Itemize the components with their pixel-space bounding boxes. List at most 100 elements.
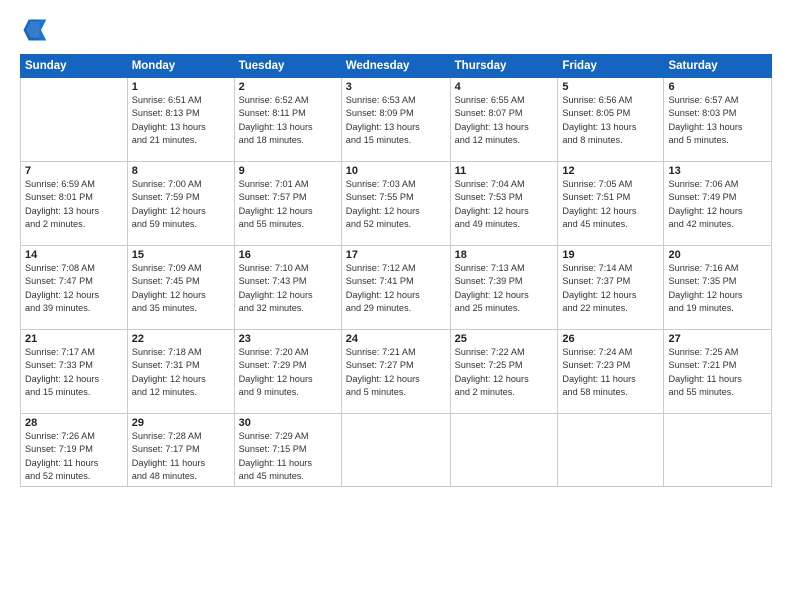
day-info: Sunrise: 7:01 AM Sunset: 7:57 PM Dayligh… xyxy=(239,178,337,231)
table-row: 21Sunrise: 7:17 AM Sunset: 7:33 PM Dayli… xyxy=(21,330,128,414)
table-row: 26Sunrise: 7:24 AM Sunset: 7:23 PM Dayli… xyxy=(558,330,664,414)
day-number: 18 xyxy=(455,249,554,261)
day-info: Sunrise: 7:05 AM Sunset: 7:51 PM Dayligh… xyxy=(562,178,659,231)
day-number: 2 xyxy=(239,81,337,93)
table-row xyxy=(21,78,128,162)
table-row: 25Sunrise: 7:22 AM Sunset: 7:25 PM Dayli… xyxy=(450,330,558,414)
day-info: Sunrise: 7:24 AM Sunset: 7:23 PM Dayligh… xyxy=(562,346,659,399)
day-number: 12 xyxy=(562,165,659,177)
table-row: 30Sunrise: 7:29 AM Sunset: 7:15 PM Dayli… xyxy=(234,414,341,487)
col-sunday: Sunday xyxy=(21,55,128,78)
table-row: 2Sunrise: 6:52 AM Sunset: 8:11 PM Daylig… xyxy=(234,78,341,162)
page: Sunday Monday Tuesday Wednesday Thursday… xyxy=(0,0,792,612)
col-friday: Friday xyxy=(558,55,664,78)
table-row: 17Sunrise: 7:12 AM Sunset: 7:41 PM Dayli… xyxy=(341,246,450,330)
table-row: 9Sunrise: 7:01 AM Sunset: 7:57 PM Daylig… xyxy=(234,162,341,246)
day-info: Sunrise: 7:29 AM Sunset: 7:15 PM Dayligh… xyxy=(239,430,337,483)
table-row: 12Sunrise: 7:05 AM Sunset: 7:51 PM Dayli… xyxy=(558,162,664,246)
calendar-week-row: 14Sunrise: 7:08 AM Sunset: 7:47 PM Dayli… xyxy=(21,246,772,330)
day-info: Sunrise: 7:21 AM Sunset: 7:27 PM Dayligh… xyxy=(346,346,446,399)
col-saturday: Saturday xyxy=(664,55,772,78)
day-info: Sunrise: 7:16 AM Sunset: 7:35 PM Dayligh… xyxy=(668,262,767,315)
day-info: Sunrise: 7:18 AM Sunset: 7:31 PM Dayligh… xyxy=(132,346,230,399)
table-row: 8Sunrise: 7:00 AM Sunset: 7:59 PM Daylig… xyxy=(127,162,234,246)
logo-icon xyxy=(20,16,48,44)
day-number: 19 xyxy=(562,249,659,261)
day-number: 6 xyxy=(668,81,767,93)
calendar-header-row: Sunday Monday Tuesday Wednesday Thursday… xyxy=(21,55,772,78)
col-thursday: Thursday xyxy=(450,55,558,78)
day-number: 16 xyxy=(239,249,337,261)
table-row: 14Sunrise: 7:08 AM Sunset: 7:47 PM Dayli… xyxy=(21,246,128,330)
table-row: 28Sunrise: 7:26 AM Sunset: 7:19 PM Dayli… xyxy=(21,414,128,487)
table-row: 24Sunrise: 7:21 AM Sunset: 7:27 PM Dayli… xyxy=(341,330,450,414)
day-number: 10 xyxy=(346,165,446,177)
table-row: 18Sunrise: 7:13 AM Sunset: 7:39 PM Dayli… xyxy=(450,246,558,330)
day-number: 17 xyxy=(346,249,446,261)
day-info: Sunrise: 7:08 AM Sunset: 7:47 PM Dayligh… xyxy=(25,262,123,315)
day-info: Sunrise: 7:03 AM Sunset: 7:55 PM Dayligh… xyxy=(346,178,446,231)
day-number: 7 xyxy=(25,165,123,177)
day-number: 4 xyxy=(455,81,554,93)
table-row: 10Sunrise: 7:03 AM Sunset: 7:55 PM Dayli… xyxy=(341,162,450,246)
header xyxy=(20,16,772,44)
day-info: Sunrise: 7:26 AM Sunset: 7:19 PM Dayligh… xyxy=(25,430,123,483)
day-number: 13 xyxy=(668,165,767,177)
table-row: 3Sunrise: 6:53 AM Sunset: 8:09 PM Daylig… xyxy=(341,78,450,162)
table-row: 11Sunrise: 7:04 AM Sunset: 7:53 PM Dayli… xyxy=(450,162,558,246)
day-info: Sunrise: 7:28 AM Sunset: 7:17 PM Dayligh… xyxy=(132,430,230,483)
day-info: Sunrise: 6:55 AM Sunset: 8:07 PM Dayligh… xyxy=(455,94,554,147)
table-row: 22Sunrise: 7:18 AM Sunset: 7:31 PM Dayli… xyxy=(127,330,234,414)
day-info: Sunrise: 6:53 AM Sunset: 8:09 PM Dayligh… xyxy=(346,94,446,147)
day-number: 11 xyxy=(455,165,554,177)
col-wednesday: Wednesday xyxy=(341,55,450,78)
table-row xyxy=(558,414,664,487)
table-row xyxy=(341,414,450,487)
day-number: 28 xyxy=(25,417,123,429)
day-number: 20 xyxy=(668,249,767,261)
table-row xyxy=(664,414,772,487)
table-row: 16Sunrise: 7:10 AM Sunset: 7:43 PM Dayli… xyxy=(234,246,341,330)
day-number: 26 xyxy=(562,333,659,345)
table-row: 19Sunrise: 7:14 AM Sunset: 7:37 PM Dayli… xyxy=(558,246,664,330)
day-info: Sunrise: 7:09 AM Sunset: 7:45 PM Dayligh… xyxy=(132,262,230,315)
day-info: Sunrise: 6:59 AM Sunset: 8:01 PM Dayligh… xyxy=(25,178,123,231)
col-tuesday: Tuesday xyxy=(234,55,341,78)
day-number: 15 xyxy=(132,249,230,261)
table-row: 7Sunrise: 6:59 AM Sunset: 8:01 PM Daylig… xyxy=(21,162,128,246)
table-row: 4Sunrise: 6:55 AM Sunset: 8:07 PM Daylig… xyxy=(450,78,558,162)
day-number: 8 xyxy=(132,165,230,177)
table-row xyxy=(450,414,558,487)
table-row: 1Sunrise: 6:51 AM Sunset: 8:13 PM Daylig… xyxy=(127,78,234,162)
day-info: Sunrise: 7:22 AM Sunset: 7:25 PM Dayligh… xyxy=(455,346,554,399)
calendar-week-row: 7Sunrise: 6:59 AM Sunset: 8:01 PM Daylig… xyxy=(21,162,772,246)
day-number: 1 xyxy=(132,81,230,93)
day-number: 30 xyxy=(239,417,337,429)
day-info: Sunrise: 6:57 AM Sunset: 8:03 PM Dayligh… xyxy=(668,94,767,147)
logo xyxy=(20,16,52,44)
table-row: 27Sunrise: 7:25 AM Sunset: 7:21 PM Dayli… xyxy=(664,330,772,414)
day-number: 14 xyxy=(25,249,123,261)
day-info: Sunrise: 7:06 AM Sunset: 7:49 PM Dayligh… xyxy=(668,178,767,231)
table-row: 29Sunrise: 7:28 AM Sunset: 7:17 PM Dayli… xyxy=(127,414,234,487)
calendar-table: Sunday Monday Tuesday Wednesday Thursday… xyxy=(20,54,772,487)
calendar-week-row: 28Sunrise: 7:26 AM Sunset: 7:19 PM Dayli… xyxy=(21,414,772,487)
day-number: 23 xyxy=(239,333,337,345)
day-number: 24 xyxy=(346,333,446,345)
table-row: 5Sunrise: 6:56 AM Sunset: 8:05 PM Daylig… xyxy=(558,78,664,162)
day-number: 9 xyxy=(239,165,337,177)
day-number: 5 xyxy=(562,81,659,93)
day-info: Sunrise: 7:14 AM Sunset: 7:37 PM Dayligh… xyxy=(562,262,659,315)
calendar-week-row: 21Sunrise: 7:17 AM Sunset: 7:33 PM Dayli… xyxy=(21,330,772,414)
day-number: 3 xyxy=(346,81,446,93)
day-info: Sunrise: 7:12 AM Sunset: 7:41 PM Dayligh… xyxy=(346,262,446,315)
day-number: 22 xyxy=(132,333,230,345)
day-info: Sunrise: 7:13 AM Sunset: 7:39 PM Dayligh… xyxy=(455,262,554,315)
day-number: 27 xyxy=(668,333,767,345)
day-info: Sunrise: 7:10 AM Sunset: 7:43 PM Dayligh… xyxy=(239,262,337,315)
day-info: Sunrise: 7:20 AM Sunset: 7:29 PM Dayligh… xyxy=(239,346,337,399)
table-row: 6Sunrise: 6:57 AM Sunset: 8:03 PM Daylig… xyxy=(664,78,772,162)
day-info: Sunrise: 7:00 AM Sunset: 7:59 PM Dayligh… xyxy=(132,178,230,231)
day-info: Sunrise: 6:51 AM Sunset: 8:13 PM Dayligh… xyxy=(132,94,230,147)
table-row: 15Sunrise: 7:09 AM Sunset: 7:45 PM Dayli… xyxy=(127,246,234,330)
